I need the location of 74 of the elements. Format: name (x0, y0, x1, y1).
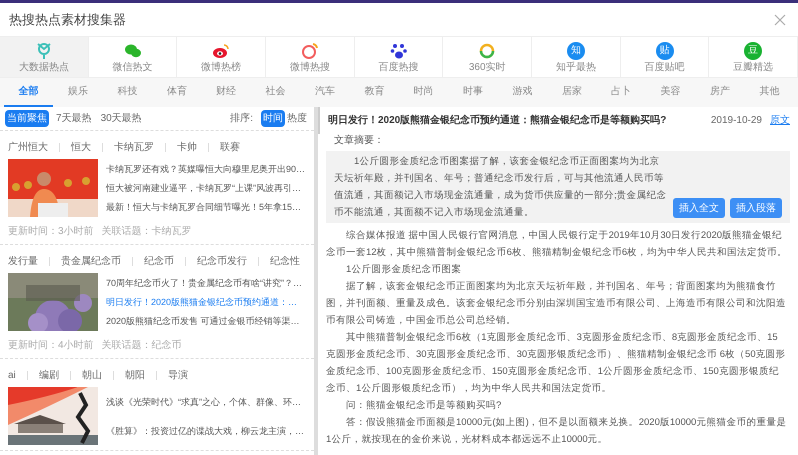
badge-icon: 贴 (656, 42, 674, 60)
category-tab[interactable]: 美容 (646, 78, 696, 107)
topic-tag[interactable]: 朝阳 (124, 368, 145, 383)
category-tab[interactable]: 居家 (547, 78, 596, 107)
article-paragraph: 据了解，该套金银纪念币正面图案均为北京天坛祈年殿，并刊国名、年号；背面图案均为熊猫食竹图，并刊面额、重量及成色。该套金银纪念币分别由深圳国宝造币有限公司、上海造币有限公司和沈阳造币有限公司铸造，中国金币总公司总经销。 (326, 280, 787, 328)
article-date: 2019-10-29 (710, 114, 762, 128)
ring-icon (478, 42, 496, 60)
article-title: 明日发行！2020版熊猫金银纪念币预约通道：熊猫金银纪念币是等额购买吗? (328, 113, 666, 128)
related-topic: 关联话题：纪念币 (102, 338, 182, 353)
headline-link[interactable]: 恒大被河南建业逼平，卡纳瓦罗“上课”风波再引… (106, 182, 306, 194)
headline-link[interactable]: 2020版熊猫纪念币发售 可通过金银币经销等渠… (106, 315, 302, 328)
article-paragraph: 问：熊猫金银纪念币是等额购买吗? (345, 399, 502, 413)
topic-tag[interactable]: 朝山 (82, 368, 102, 383)
topic-tag[interactable]: 发行量 (8, 254, 38, 269)
insert-button[interactable]: 插入段落 (730, 198, 782, 218)
category-tab[interactable]: 房产 (695, 78, 745, 107)
range-tab[interactable]: 7天最热 (54, 110, 94, 127)
window-title: 热搜热点素材搜集器 (9, 10, 126, 29)
topic-tag[interactable]: 纪念币 (144, 254, 174, 269)
topic-tag[interactable]: 纪念币发行 (197, 254, 247, 269)
category-tab[interactable]: 时事 (448, 78, 498, 107)
category-tab[interactable]: 汽车 (300, 78, 350, 107)
headline-link[interactable]: 卡纳瓦罗还有戏？英媒曝恒大向穆里尼奥开出90… (106, 162, 306, 175)
related-topic: 关联话题：卡纳瓦罗 (102, 224, 192, 239)
ring-icon (300, 42, 319, 60)
source-link[interactable]: 原文 (770, 113, 790, 128)
category-tab[interactable]: 娱乐 (53, 78, 103, 107)
headline-link[interactable]: 明日发行！2020版熊猫金银纪念币预约通道：… (106, 296, 302, 308)
topic-tag[interactable]: 卡帅 (177, 140, 197, 155)
headline-link[interactable]: 最新！恒大与卡纳瓦罗合同细节曝光！5年拿15… (106, 201, 306, 214)
topic-tag[interactable]: ai (8, 368, 16, 383)
insert-button[interactable]: 插入全文 (673, 198, 725, 218)
category-tab[interactable]: 其他 (744, 78, 794, 107)
article-paragraph: 其中熊猫普制金银纪念币6枚（1克圆形金质纪念币、3克圆形金质纪念币、8克圆形金质纪念币、15 克圆形金质纪念币、30克圆形金质纪念币、30克圆形银质纪念币）、熊猫精制金银纪念币 6枚（50克圆形金质纪念币、100克圆形金质纪念币、150克圆形金质纪念币、1公斤圆形金质纪念币、150克圆形银质纪念币、1公斤圆形银质纪念币），均为中华人民共和国法定货币。 (326, 331, 787, 396)
range-tab[interactable]: 当前聚焦 (5, 110, 49, 127)
category-tab[interactable]: 占卜 (596, 78, 646, 107)
topic-tag[interactable]: 编剧 (38, 368, 59, 383)
headline-link[interactable]: 《胜算》：投资过亿的谍战大戏，柳云龙主演，… (106, 424, 304, 436)
category-tab[interactable]: 体育 (152, 78, 202, 107)
close-button[interactable] (773, 12, 787, 26)
summary-label: 文章摘要： (333, 134, 385, 148)
sort-label: 排序: (230, 112, 253, 126)
sort-option[interactable]: 时间 (261, 110, 285, 127)
range-tab[interactable]: 30天最热 (98, 110, 144, 127)
update-time: 更新时间：4小时前 (8, 338, 94, 353)
headline-link[interactable]: 70周年纪念币火了！贵金属纪念币有啥“讲究”？… (106, 276, 302, 289)
category-tab[interactable]: 社会 (250, 78, 300, 107)
category-tab[interactable]: 财经 (202, 78, 251, 107)
headline-link[interactable]: 浅谈《光荣时代》“求真”之心，个体、群像、环… (106, 396, 304, 408)
article-paragraph: 综合媒体报道 据中国人民银行官网消息，中国人民银行定于2019年10月30日发行2020版熊猫金银纪念币一套12枚，其中熊猫普制金银纪念币6枚、熊猫精制金银纪念币6枚，均为中华人民共和国法定货币。 (326, 229, 788, 260)
update-time: 更新时间：3小时前 (8, 224, 94, 239)
topic-tag[interactable]: 卡纳瓦罗 (114, 140, 154, 155)
article-paragraph: 答：假设熊猫金币面额是10000元(如上图)，但不是以面额来兑换。2020版10000元熊猫金币的重量是1公斤，就按现在的金价来说，光材料成本都远远不止10000元。 (326, 416, 788, 447)
topic-tag[interactable]: 导演 (168, 368, 188, 383)
source-tab[interactable]: 大数据热点 (0, 37, 89, 77)
eye-swirl-icon (212, 42, 230, 60)
badge-icon: 知 (566, 42, 585, 60)
category-tab[interactable]: 全部 (4, 78, 54, 107)
badge-icon: 豆 (744, 42, 762, 60)
chat-bubbles-icon (124, 42, 142, 60)
topic-tag[interactable]: 恒大 (71, 140, 91, 155)
sort-option[interactable]: 热度 (285, 110, 309, 127)
summary-text: 1公斤圆形金质纪念币图案据了解，该套金银纪念币正面图案均为北京天坛祈年殿，并刊国名、年号；普通纪念币发行后，可与其他流通人民币等值流通，其面额记入市场现金流通量，成为货币供应量的一部分;贵金属纪念币不能流通，其面额不记入市场现金流通量。 (334, 155, 667, 220)
category-tab[interactable]: 时尚 (399, 78, 448, 107)
category-tab[interactable]: 科技 (102, 78, 152, 107)
crystal-icon (34, 42, 53, 60)
paw-icon (390, 42, 408, 60)
topic-tag[interactable]: 纪念性 (270, 254, 300, 269)
category-tab[interactable]: 游戏 (498, 78, 548, 107)
article-paragraph: 1公斤圆形金质纪念币图案 (345, 263, 462, 277)
category-tab[interactable]: 教育 (350, 78, 399, 107)
topic-tag[interactable]: 广州恒大 (8, 140, 48, 155)
topic-tag[interactable]: 贵金属纪念币 (61, 254, 121, 269)
topic-tag[interactable]: 联赛 (220, 140, 240, 155)
